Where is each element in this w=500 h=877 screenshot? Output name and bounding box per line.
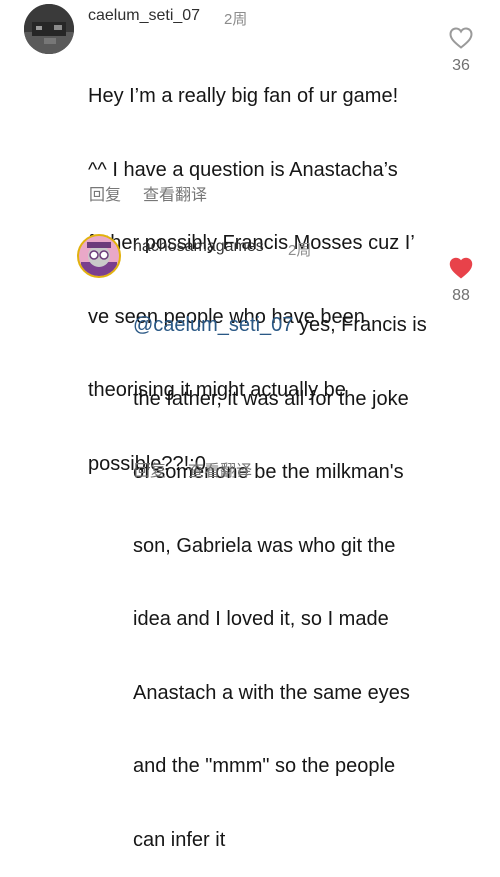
comment-text-line: ^^ I have a question is Anastacha’s	[88, 158, 398, 181]
like-count: 88	[452, 287, 470, 304]
avatar-image	[79, 236, 119, 276]
reply-button[interactable]: 回复	[89, 181, 121, 205]
see-translation-button[interactable]: 查看翻译	[188, 457, 252, 481]
reply-text-line: @caelum_seti_07 yes, Francis is	[133, 313, 427, 338]
heart-icon	[449, 27, 473, 49]
reply-text-line: can infer it	[133, 828, 226, 851]
like-button-liked[interactable]: 88	[443, 257, 479, 305]
avatar[interactable]	[77, 234, 121, 278]
reply-text-line: son, Gabriela was who git the	[133, 534, 396, 557]
reply-text-line: and the "mmm" so the people	[133, 755, 396, 777]
reply-text: @caelum_seti_07 yes, Francis is the fath…	[133, 264, 427, 877]
avatar[interactable]	[24, 4, 74, 54]
comment-username[interactable]: caelum_seti_07	[88, 7, 200, 25]
like-count: 36	[452, 57, 470, 74]
heart-icon	[449, 257, 473, 279]
reply-button[interactable]: 回复	[134, 457, 166, 481]
reply-text-line: Anastach a with the same eyes	[133, 681, 410, 704]
reply-text-line: idea and I loved it, so I made	[133, 608, 389, 630]
comment-text-line: Hey I’m a really big fan of ur game!	[88, 85, 399, 107]
reply-actions: 回复 查看翻译	[134, 457, 252, 481]
see-translation-button[interactable]: 查看翻译	[143, 181, 207, 205]
reply-time: 2周	[288, 242, 312, 259]
reply-text-line: the father, it was all for the joke	[133, 387, 409, 410]
avatar-image	[24, 4, 74, 54]
comment-time: 2周	[224, 11, 248, 28]
comment-actions: 回复 查看翻译	[89, 181, 207, 205]
mention-link[interactable]: @caelum_seti_07	[133, 314, 293, 336]
reply-username[interactable]: nachosamagames	[133, 238, 264, 256]
like-button[interactable]: 36	[443, 27, 479, 75]
reply-text-segment: yes, Francis is	[293, 314, 427, 336]
